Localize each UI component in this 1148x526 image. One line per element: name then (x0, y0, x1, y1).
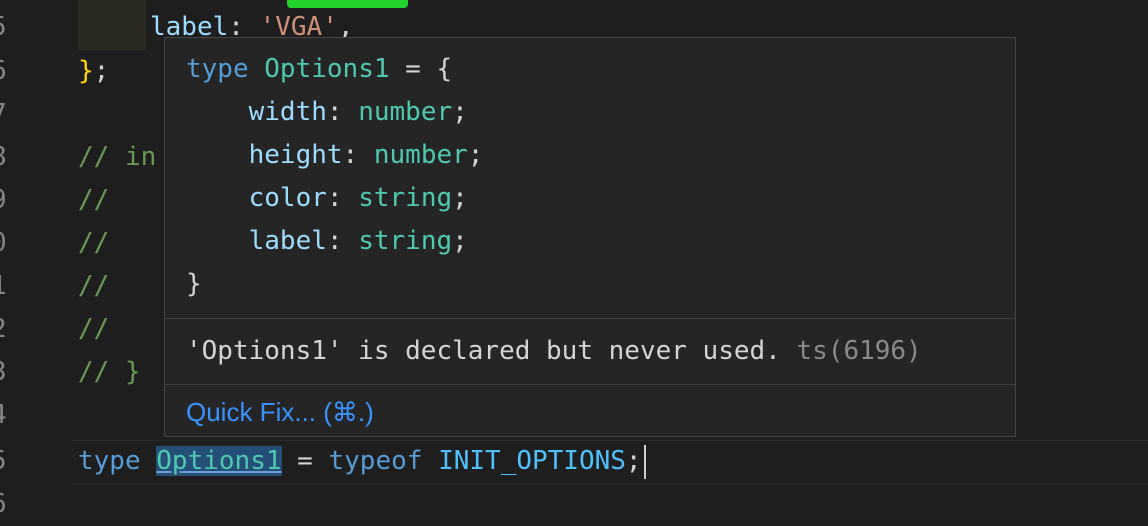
line-number: 1 (0, 265, 21, 308)
semicolon: ; (93, 56, 110, 86)
field-name: height (248, 140, 343, 170)
field-name: label (248, 226, 327, 256)
text-caret (643, 444, 646, 479)
keyword-type: type (78, 446, 141, 476)
line-number: 9 (0, 179, 21, 222)
diagnostic-code: ts(6196) (796, 336, 922, 366)
hover-tooltip: type Options1 = { width: number; height:… (164, 37, 1016, 437)
init-options-ref[interactable]: INIT_OPTIONS (438, 446, 626, 476)
line-number: 6 (0, 50, 21, 93)
field-type: number (373, 140, 468, 170)
close-brace: } (78, 56, 94, 86)
comment: // (78, 314, 110, 344)
keyword-typeof: typeof (328, 446, 423, 476)
line-number: 6 (0, 483, 21, 526)
line-row: 5 type Options1 = typeof INIT_OPTIONS; (0, 440, 1148, 483)
comment: // (78, 185, 110, 215)
line-number: 8 (0, 136, 21, 179)
comment: // (78, 271, 110, 301)
line-number: 5 (0, 440, 21, 483)
comment: // in (78, 142, 157, 172)
quick-fix-link[interactable]: Quick Fix... (⌘.) (186, 390, 374, 434)
field-type: number (358, 97, 453, 127)
type-definition: type Options1 = { width: number; height:… (186, 54, 484, 299)
comment: // (78, 228, 110, 258)
field-name: width (248, 97, 327, 127)
semicolon: ; (625, 446, 642, 476)
divider (165, 384, 1015, 385)
field-name: color (248, 183, 327, 213)
line-number: 0 (0, 222, 21, 265)
divider (165, 318, 1015, 319)
line-number: 4 (0, 394, 21, 437)
hover-keyword-type: type (186, 54, 249, 84)
equals: = (281, 446, 329, 476)
line-number: 7 (0, 93, 21, 136)
line-number: 2 (0, 308, 21, 351)
hover-close-brace: } (186, 269, 202, 299)
line-number: 5 (0, 6, 21, 49)
diagnostic-text: 'Options1' is declared but never used. (186, 336, 781, 366)
field-type: string (358, 183, 453, 213)
options1-identifier[interactable]: Options1 (156, 446, 282, 476)
line-number: 3 (0, 351, 21, 394)
line-row: 6 (0, 483, 1148, 526)
hover-open-brace: = { (389, 54, 453, 84)
comment: // } (78, 357, 141, 387)
diagnostic-message: 'Options1' is declared but never used. t… (186, 330, 922, 373)
code-editor[interactable]: 5 label: 'VGA', 6 }; 7 8 // in 9 // 0 //… (0, 0, 1148, 519)
hover-type-name: Options1 (264, 54, 390, 84)
field-type: string (358, 226, 453, 256)
